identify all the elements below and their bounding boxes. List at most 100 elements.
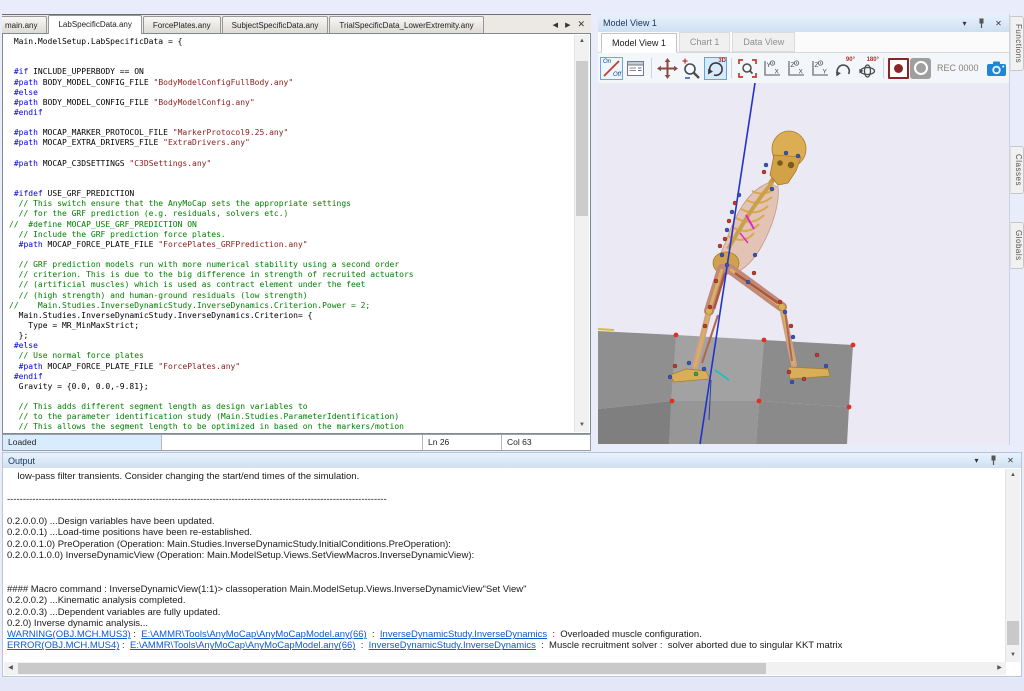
editor-tab[interactable]: main.any — [2, 16, 47, 34]
code-text-area[interactable]: Main.ModelSetup.LabSpecificData = { #if … — [4, 35, 575, 432]
output-link[interactable]: InverseDynamicStudy.InverseDynamics — [380, 629, 547, 640]
code-line: }; — [9, 331, 575, 341]
model-draw-on-off-toggle[interactable]: On Off — [600, 57, 623, 80]
output-text: #### Macro command : InverseDynamicView(… — [7, 584, 527, 595]
mocap-marker — [753, 253, 757, 257]
pin-icon[interactable] — [988, 455, 999, 466]
output-link[interactable]: WARNING(OBJ.MCH.MUS3) — [7, 629, 131, 640]
toolbar-separator — [651, 58, 652, 78]
window-menu-dropdown-icon[interactable]: ▾ — [971, 455, 982, 466]
code-line: Gravity = {0.0, 0.0,-9.81}; — [9, 382, 575, 392]
mocap-marker — [815, 353, 819, 357]
code-line: Main.ModelSetup.LabSpecificData = { — [9, 37, 575, 47]
editor-tab[interactable]: SubjectSpecificData.any — [222, 16, 329, 34]
rotate-3d-icon[interactable]: 3D — [704, 57, 727, 80]
rotate-3d-label: 3D — [718, 58, 726, 64]
output-link[interactable]: E:\AMMR\Tools\AnyMoCap\AnyMoCapModel.any… — [130, 640, 355, 651]
output-scrollbar-thumb[interactable] — [1007, 621, 1019, 645]
record-target-button[interactable] — [910, 58, 931, 79]
editor-tab[interactable]: TrialSpecificData_LowerExtremity.any — [329, 16, 483, 34]
tab-close-icon[interactable]: ✕ — [577, 19, 585, 30]
force-plate — [598, 331, 676, 409]
model-view-tab[interactable]: Model View 1 — [601, 33, 677, 53]
code-line: Main.Studies.InverseDynamicStudy.Inverse… — [9, 311, 575, 321]
model-view-tab[interactable]: Data View — [732, 32, 795, 52]
output-link[interactable]: E:\AMMR\Tools\AnyMoCap\AnyMoCapModel.any… — [141, 629, 366, 640]
scroll-left-icon[interactable]: ◀ — [4, 662, 17, 675]
code-line — [9, 179, 575, 189]
output-text: : — [355, 640, 368, 651]
code-line: #path MOCAP_MARKER_PROTOCOL_FILE "Marker… — [9, 128, 575, 138]
output-link[interactable]: ERROR(OBJ.MCH.MUS4) — [7, 640, 119, 651]
side-tab-functions[interactable]: Functions — [1010, 16, 1024, 71]
snapshot-camera-icon[interactable] — [985, 57, 1008, 80]
side-tab-classes[interactable]: Classes — [1010, 146, 1024, 194]
mocap-marker — [762, 170, 766, 174]
output-link[interactable]: InverseDynamicStudy.InverseDynamics — [369, 640, 536, 651]
window-menu-dropdown-icon[interactable]: ▾ — [959, 18, 970, 29]
output-log[interactable]: low-pass filter transients. Consider cha… — [3, 469, 1006, 662]
scroll-up-icon[interactable]: ▲ — [575, 35, 589, 48]
view-yx-icon[interactable]: YX — [760, 57, 783, 80]
scroll-up-icon[interactable]: ▲ — [1006, 469, 1020, 482]
record-button[interactable] — [888, 58, 909, 79]
editor-tab[interactable]: LabSpecificData.any — [48, 15, 141, 34]
editor-vertical-scrollbar[interactable]: ▲ ▼ — [574, 35, 589, 432]
code-line: // (high strength) and human-ground resi… — [9, 291, 575, 301]
code-line: #path MOCAP_FORCE_PLATE_FILE "ForcePlate… — [9, 240, 575, 250]
close-icon[interactable]: ✕ — [1005, 455, 1016, 466]
output-vertical-scrollbar[interactable]: ▲ ▼ — [1005, 469, 1020, 662]
output-horizontal-scrollbar[interactable]: ◀ ▶ — [4, 662, 1006, 675]
mocap-marker — [718, 244, 722, 248]
mocap-marker — [720, 253, 724, 257]
output-hscrollbar-thumb[interactable] — [18, 663, 766, 674]
code-line: #ifdef USE_GRF_PREDICTION — [9, 189, 575, 199]
view-zx-icon[interactable]: ZX — [784, 57, 807, 80]
scroll-down-icon[interactable]: ▼ — [575, 419, 589, 432]
model-view-tab[interactable]: Chart 1 — [679, 32, 731, 52]
tab-scroll-left-icon[interactable]: ◀ — [553, 21, 558, 29]
scroll-down-icon[interactable]: ▼ — [1006, 649, 1020, 662]
mocap-marker — [778, 300, 782, 304]
output-line: low-pass filter transients. Consider cha… — [7, 471, 1006, 482]
plate-corner-marker — [757, 399, 762, 404]
scroll-right-icon[interactable]: ▶ — [993, 662, 1006, 675]
editor-scrollbar-thumb[interactable] — [576, 61, 588, 216]
svg-text:Z: Z — [815, 62, 819, 69]
output-text: 0.2.0) Inverse dynamic analysis... — [7, 618, 148, 629]
rotate-90-icon[interactable]: 90° — [832, 57, 855, 80]
zoom-region-icon[interactable] — [736, 57, 759, 80]
model-3d-viewport[interactable] — [598, 83, 1009, 445]
model-view-toolbar: On Off 3D YX ZX ZY — [598, 53, 1009, 83]
model-tree-properties-icon[interactable] — [624, 57, 647, 80]
editor-tab-bar: main.anyLabSpecificData.anyForcePlates.a… — [2, 14, 591, 34]
code-editor[interactable]: Main.ModelSetup.LabSpecificData = { #if … — [2, 33, 591, 434]
code-line: // Use normal force plates — [9, 351, 575, 361]
pin-icon[interactable] — [976, 18, 987, 29]
rotate-180-icon[interactable]: 180° — [856, 57, 879, 80]
plate-corner-marker — [762, 338, 767, 343]
zoom-icon[interactable] — [680, 57, 703, 80]
close-icon[interactable]: ✕ — [993, 18, 1004, 29]
output-text: 0.2.0.0.1.0) PreOperation (Operation: Ma… — [7, 539, 451, 550]
output-line — [7, 573, 1006, 584]
tab-scroll-right-icon[interactable]: ▶ — [565, 21, 570, 29]
code-line: #endif — [9, 372, 575, 382]
svg-text:X: X — [799, 68, 804, 75]
code-line: #path MOCAP_C3DSETTINGS "C3DSettings.any… — [9, 159, 575, 169]
code-line: // This adds different segment length as… — [9, 402, 575, 412]
view-zy-icon[interactable]: ZY — [808, 57, 831, 80]
code-line: #path BODY_MODEL_CONFIG_FILE "BodyModelC… — [9, 78, 575, 88]
editor-tab[interactable]: ForcePlates.any — [143, 16, 221, 34]
mocap-marker — [730, 210, 734, 214]
application-status-strip — [0, 678, 1024, 691]
editor-tab-nav: ◀ ▶ ✕ — [545, 15, 591, 34]
record-counter: REC 0000 — [937, 63, 979, 73]
output-title: Output — [8, 456, 35, 466]
side-tab-globals[interactable]: Globals — [1010, 222, 1024, 269]
pan-icon[interactable] — [656, 57, 679, 80]
code-line: #endif — [9, 108, 575, 118]
output-line: 0.2.0.0.1.0.0) InverseDynamicView (Opera… — [7, 550, 1006, 561]
editor-status-bar: Loaded Ln 26 Col 63 — [2, 434, 591, 451]
code-line — [9, 392, 575, 402]
